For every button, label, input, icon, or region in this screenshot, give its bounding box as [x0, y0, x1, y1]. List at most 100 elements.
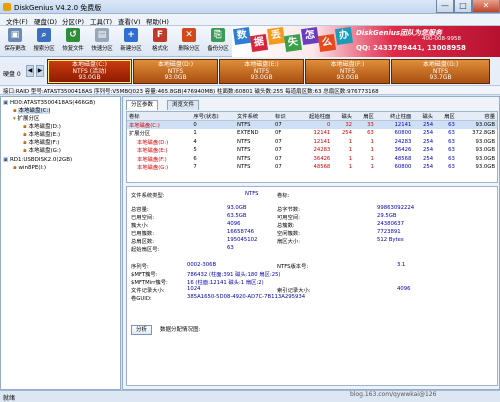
new-partition-icon: +: [124, 28, 138, 42]
table-row[interactable]: 本地磁盘(G:) 7 NTFS 07 48568 1 1 60800 254 63 93.0GB: [127, 163, 497, 172]
toolbar-button-0[interactable]: ▣ 保存更改: [2, 27, 28, 56]
toolbar-button-4[interactable]: + 新建分区: [118, 27, 144, 56]
column-header[interactable]: 终止柱面: [375, 112, 414, 121]
column-header[interactable]: 磁头: [332, 112, 355, 121]
analyze-row: 分析 数据分配情况图:: [131, 325, 200, 335]
minimize-button[interactable]: —: [436, 0, 454, 13]
toolbar-button-3[interactable]: ▤ 快速分区: [89, 27, 115, 56]
table-row[interactable]: 本地磁盘(D:) 4 NTFS 07 12141 1 1 24283 254 63 93.0GB: [127, 138, 497, 147]
table-cell: 7: [193, 164, 197, 171]
table-cell: 93.0GB: [475, 164, 495, 171]
disk-icon: ▣: [3, 100, 10, 106]
column-header[interactable]: 扇区: [354, 112, 376, 121]
table-cell: 1: [370, 155, 374, 162]
menu-bar: 文件(F) 硬盘(D) 分区(P) 工具(T) 查看(V) 帮助(H): [0, 14, 500, 26]
toolbar-button-7[interactable]: ⎘ 备份分区: [205, 27, 231, 56]
toolbar-button-1[interactable]: ⌕ 搜索分区: [31, 27, 57, 56]
table-cell: 24283: [313, 147, 331, 154]
table-row[interactable]: 本地磁盘(F:) 6 NTFS 07 36426 1 1 48568 254 63 93.0GB: [127, 155, 497, 164]
table-cell: 254: [413, 120, 436, 129]
table-cell: NTFS: [237, 138, 251, 145]
fs-field-label: 已用簇数:: [131, 231, 154, 237]
table-cell: 本地磁盘(F:): [137, 156, 167, 163]
disk-next-button[interactable]: ▶: [36, 65, 44, 77]
table-cell: 07: [275, 138, 282, 145]
fs-field-label: 已用空间:: [131, 215, 154, 221]
banner-tile: 失: [283, 33, 303, 53]
close-button[interactable]: ✕: [472, 0, 500, 13]
menu-partition[interactable]: 分区(P): [62, 16, 84, 26]
toolbar-button-5[interactable]: F 格式化: [147, 27, 173, 56]
table-cell: 36426: [313, 155, 331, 162]
tree-item[interactable]: ▪ 本地磁盘(F:): [3, 139, 118, 147]
table-cell: 07: [275, 155, 282, 162]
table-cell: 0: [191, 120, 236, 129]
banner-qq: QQ: 2433789441, 13008958: [356, 44, 466, 52]
tree-label: win8PE(I:): [18, 165, 47, 171]
fs-field-label: 序列号:: [131, 264, 149, 270]
tree-item[interactable]: ▪ 本地磁盘(G:): [3, 147, 118, 155]
column-header[interactable]: 卷标: [127, 112, 192, 121]
maximize-button[interactable]: □: [454, 0, 472, 13]
menu-file[interactable]: 文件(F): [6, 16, 28, 26]
column-header[interactable]: 标识: [273, 112, 295, 121]
table-cell: 1: [370, 147, 374, 154]
disk-segment[interactable]: 本地磁盘(D:) NTFS 93.0GB: [133, 59, 218, 84]
window-title: DiskGenius V4.2.0 免费版: [14, 4, 102, 12]
tree-item[interactable]: ▪ 本地磁盘(D:): [3, 123, 118, 131]
tree-item[interactable]: ▾ 扩展分区: [3, 115, 118, 123]
fs-field-value: 63.5GB: [227, 213, 247, 219]
table-cell: 48568: [313, 164, 331, 171]
tree-item[interactable]: ▣ RD1:USBDISK2.0(2GB): [3, 156, 118, 164]
status-text: 就绪: [3, 395, 16, 402]
fstype-label: 文件系统类型:: [131, 193, 165, 199]
column-header[interactable]: 起始柱面: [294, 112, 333, 121]
menu-tools[interactable]: 工具(T): [90, 16, 112, 26]
tab-partition-params[interactable]: 分区参数: [126, 100, 159, 110]
table-cell: 63: [448, 138, 455, 145]
table-row[interactable]: 本地磁盘(E:) 5 NTFS 07 24283 1 1 36426 254 63 93.0GB: [127, 146, 497, 155]
column-header[interactable]: 扇区: [435, 112, 457, 121]
recover-icon: ↺: [66, 28, 80, 42]
tab-browse-files[interactable]: 浏览文件: [167, 100, 200, 110]
tree-item[interactable]: ▪ 本地磁盘(C:): [3, 107, 118, 115]
disk-prev-button[interactable]: ◀: [26, 65, 34, 77]
tree-item[interactable]: ▪ 本地磁盘(E:): [3, 131, 118, 139]
fs-field-value: 99863092224: [377, 205, 415, 211]
fs-field-value: 16 (柱面:12141 磁头:1 扇区:2): [187, 280, 264, 286]
menu-view[interactable]: 查看(V): [118, 16, 141, 26]
column-header[interactable]: 文件系统: [235, 112, 274, 121]
table-cell: 48568: [394, 155, 412, 162]
column-header[interactable]: 磁头: [413, 112, 436, 121]
analyze-button[interactable]: 分析: [131, 325, 153, 335]
fs-field-label: 索引记录大小:: [277, 288, 311, 294]
table-row[interactable]: 本地磁盘(C:) 0 NTFS 07 0 32 33 12141 254 63 93.0GB: [127, 120, 497, 129]
menu-disk[interactable]: 硬盘(D): [34, 16, 57, 26]
disk-tree: ▣ HD0:ATAST3500418AS(466GB) ▪ 本地磁盘(C:) ▾ 扩…: [0, 96, 121, 390]
disk-segment[interactable]: 本地磁盘(G:) NTFS 93.7GB: [391, 59, 490, 84]
column-header[interactable]: 序号(状态): [191, 112, 236, 121]
table-cell: NTFS: [237, 147, 251, 154]
watermark-text: blog.163.com/qywwkai@126: [350, 391, 437, 398]
table-row[interactable]: 扩展分区 1 EXTEND 0F 12141 254 63 60800 254 63 372.8GB: [127, 129, 497, 138]
table-cell: NTFS: [237, 164, 251, 171]
fs-field-label: 总字节数:: [277, 207, 300, 213]
tree-label: RD1:USBDISK2.0(2GB): [9, 157, 73, 163]
table-cell: 本地磁盘(G:): [137, 165, 169, 172]
search-icon: ⌕: [37, 28, 51, 42]
disk-segment[interactable]: 本地磁盘(E:) NTFS 93.0GB: [219, 59, 304, 84]
disk-segment[interactable]: 本地磁盘(F:) NTFS 93.0GB: [305, 59, 390, 84]
toolbar-button-6[interactable]: ✕ 删除分区: [176, 27, 202, 56]
ad-banner[interactable]: 数 据 丢 失 怎 么 办 DiskGenius团队为您服务 400-008-9…: [232, 26, 500, 57]
disk-segment[interactable]: 本地磁盘(C:) NTFS (活动) 93.0GB: [47, 59, 132, 84]
column-header[interactable]: 容量: [456, 112, 497, 121]
toolbar-button-2[interactable]: ↺ 恢复文件: [60, 27, 86, 56]
segment-size: 93.0GB: [78, 74, 101, 81]
menu-help[interactable]: 帮助(H): [146, 16, 169, 26]
tree-item[interactable]: ▪ win8PE(I:): [3, 164, 118, 172]
fs-field-value: 4096: [397, 286, 411, 292]
toolbar-label: 格式化: [152, 46, 168, 52]
tree-label: 扩展分区: [17, 116, 40, 122]
tree-item[interactable]: ▣ HD0:ATAST3500418AS(466GB): [3, 99, 118, 107]
title-bar: DiskGenius V4.2.0 免费版 — □ ✕: [0, 0, 500, 14]
